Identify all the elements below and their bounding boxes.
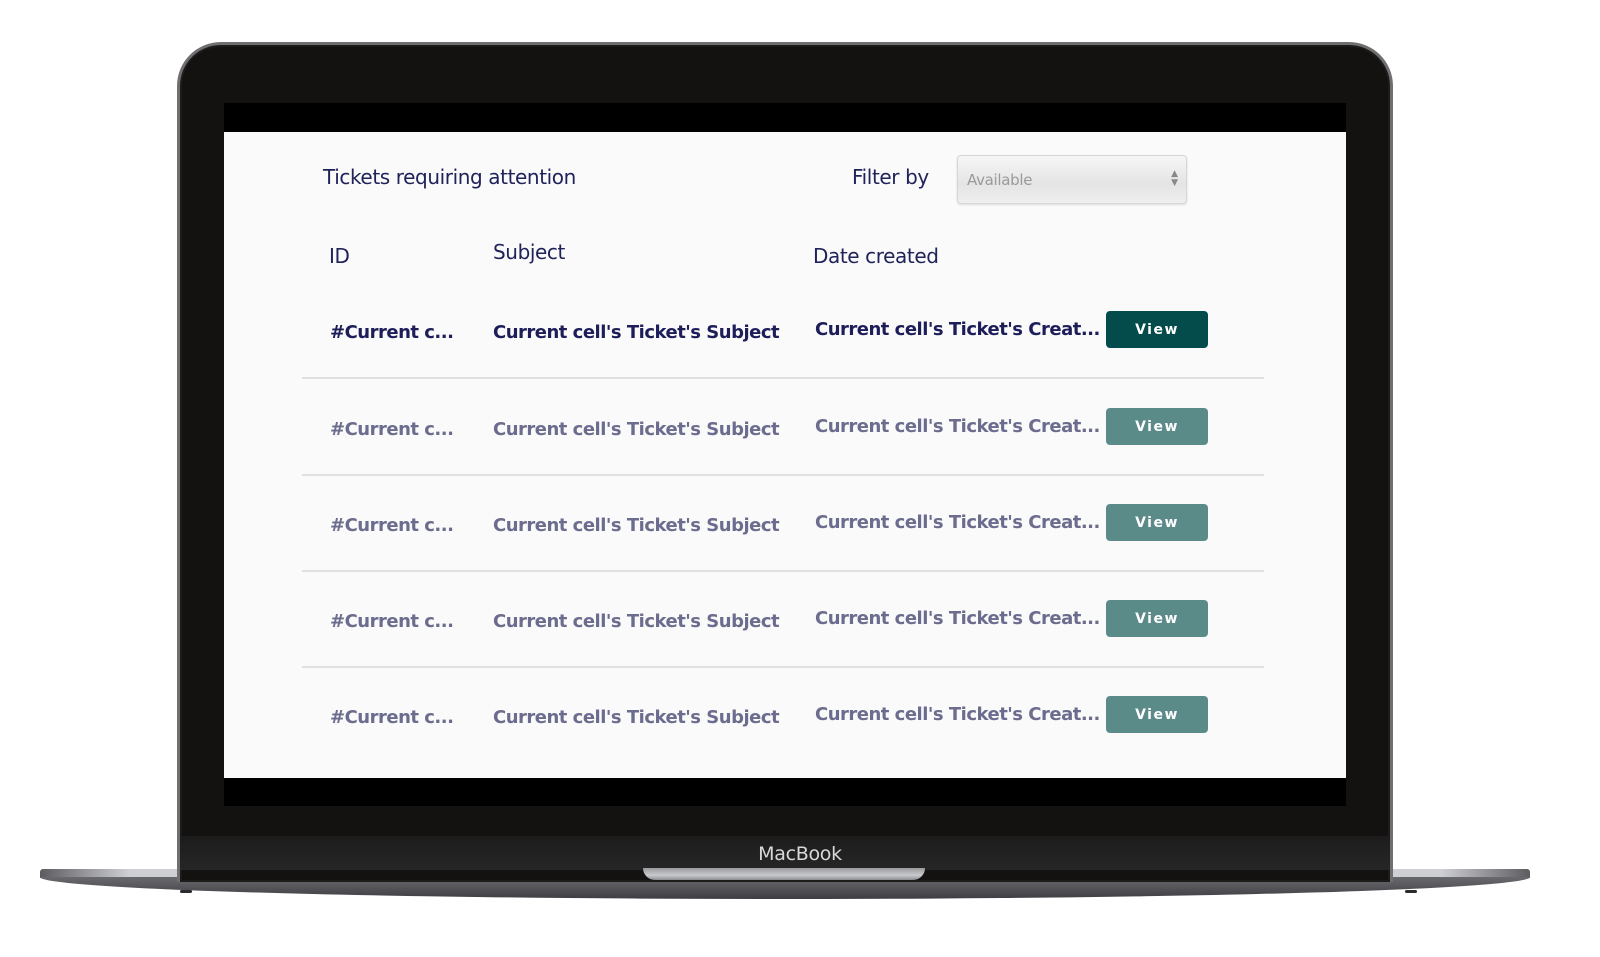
filter-selected-value: Available <box>967 171 1033 189</box>
ticket-id: #Current c... <box>330 515 454 536</box>
ticket-date-created: Current cell's Ticket's Creat... <box>815 512 1100 533</box>
ticket-id: #Current c... <box>330 322 454 343</box>
ticket-date-created: Current cell's Ticket's Creat... <box>815 319 1100 340</box>
view-ticket-button[interactable]: View <box>1106 408 1208 445</box>
ticket-date-created: Current cell's Ticket's Creat... <box>815 704 1100 725</box>
table-row: #Current c... Current cell's Ticket's Sub… <box>302 476 1264 572</box>
table-row: #Current c... Current cell's Ticket's Sub… <box>302 668 1264 764</box>
table-row: #Current c... Current cell's Ticket's Sub… <box>302 572 1264 668</box>
laptop-foot <box>180 890 192 893</box>
table-row: #Current c... Current cell's Ticket's Sub… <box>302 283 1264 379</box>
view-ticket-button[interactable]: View <box>1106 600 1208 637</box>
table-row: #Current c... Current cell's Ticket's Sub… <box>302 380 1264 476</box>
ticket-id: #Current c... <box>330 707 454 728</box>
view-ticket-button[interactable]: View <box>1106 696 1208 733</box>
view-ticket-button[interactable]: View <box>1106 504 1208 541</box>
ticket-subject: Current cell's Ticket's Subject <box>493 611 780 632</box>
app-screen: Tickets requiring attention Filter by Av… <box>224 132 1346 778</box>
ticket-subject: Current cell's Ticket's Subject <box>493 515 780 536</box>
column-header-date-created: Date created <box>813 244 939 268</box>
updown-arrows-icon: ▲ ▼ <box>1171 169 1178 188</box>
ticket-date-created: Current cell's Ticket's Creat... <box>815 608 1100 629</box>
macbook-mockup: MacBook Tickets requiring attention Filt… <box>0 0 1600 957</box>
screen-bezel-bottom <box>224 778 1346 806</box>
ticket-subject: Current cell's Ticket's Subject <box>493 322 780 343</box>
filter-label: Filter by <box>852 165 929 189</box>
row-divider <box>302 377 1264 379</box>
filter-select[interactable]: Available ▲ ▼ <box>957 155 1187 204</box>
ticket-id: #Current c... <box>330 611 454 632</box>
screen-bezel-top <box>224 103 1346 132</box>
ticket-subject: Current cell's Ticket's Subject <box>493 707 780 728</box>
column-header-subject: Subject <box>493 240 565 264</box>
ticket-date-created: Current cell's Ticket's Creat... <box>815 416 1100 437</box>
laptop-hinge-notch <box>643 868 925 880</box>
laptop-foot <box>1405 890 1417 893</box>
view-ticket-button[interactable]: View <box>1106 311 1208 348</box>
column-header-id: ID <box>329 244 350 268</box>
ticket-id: #Current c... <box>330 419 454 440</box>
ticket-subject: Current cell's Ticket's Subject <box>493 419 780 440</box>
page-title: Tickets requiring attention <box>323 165 576 189</box>
brand-label: MacBook <box>758 843 842 865</box>
